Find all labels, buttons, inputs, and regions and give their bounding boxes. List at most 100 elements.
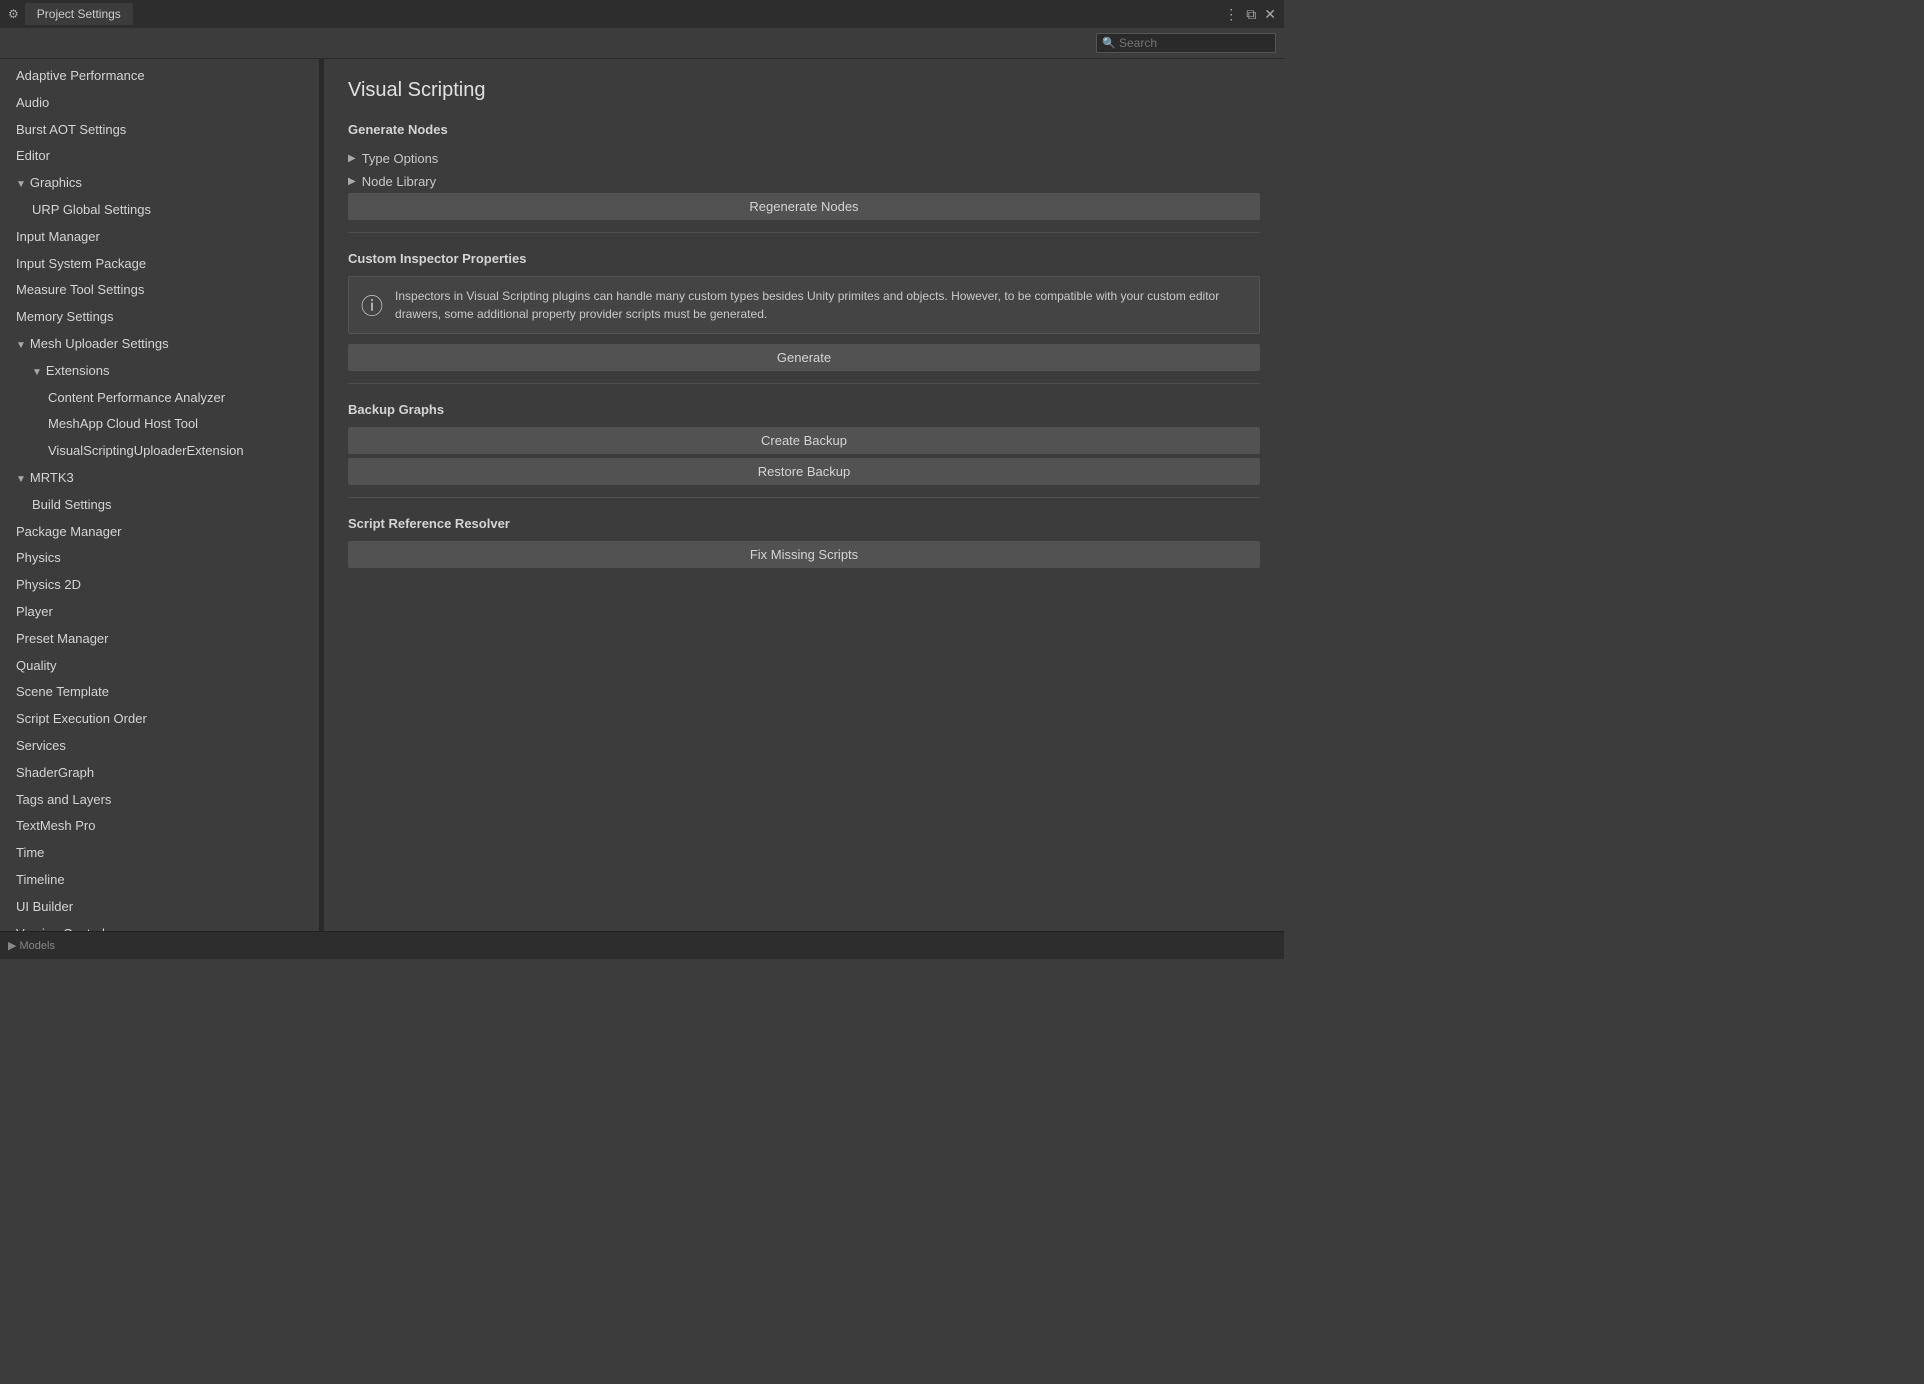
sidebar-label-scene-template: Scene Template <box>16 684 109 699</box>
title-tab: Project Settings <box>25 3 133 25</box>
sidebar-item-script-execution-order[interactable]: Script Execution Order <box>0 706 319 733</box>
sidebar-label-version-control: Version Control <box>16 926 105 932</box>
sidebar-item-adaptive-performance[interactable]: Adaptive Performance <box>0 63 319 90</box>
sidebar: Adaptive Performance Audio Burst AOT Setti… <box>0 59 320 931</box>
sidebar-item-input-system-package[interactable]: Input System Package <box>0 251 319 278</box>
divider-1 <box>348 232 1260 233</box>
sidebar-label-build-settings: Build Settings <box>32 497 112 512</box>
node-library-row[interactable]: ▶ Node Library <box>348 170 1260 193</box>
sidebar-item-burst-aot[interactable]: Burst AOT Settings <box>0 117 319 144</box>
sidebar-label-input-system-package: Input System Package <box>16 256 146 271</box>
sidebar-label-services: Services <box>16 738 66 753</box>
sidebar-label-tags-and-layers: Tags and Layers <box>16 792 111 807</box>
sidebar-label-package-manager: Package Manager <box>16 524 122 539</box>
sidebar-item-preset-manager[interactable]: Preset Manager <box>0 626 319 653</box>
sidebar-label-graphics: Graphics <box>30 175 82 190</box>
window-controls: ⋮ ⧉ ✕ <box>1224 7 1276 21</box>
sidebar-item-meshapp-cloud[interactable]: MeshApp Cloud Host Tool <box>0 411 319 438</box>
sidebar-item-input-manager[interactable]: Input Manager <box>0 224 319 251</box>
sidebar-item-quality[interactable]: Quality <box>0 653 319 680</box>
close-button[interactable]: ✕ <box>1264 7 1276 21</box>
sidebar-item-physics-2d[interactable]: Physics 2D <box>0 572 319 599</box>
content-area: Visual Scripting Generate Nodes ▶ Type O… <box>324 59 1284 931</box>
sidebar-item-extensions[interactable]: ▼ Extensions <box>0 358 319 385</box>
sidebar-item-textmesh-pro[interactable]: TextMesh Pro <box>0 813 319 840</box>
sidebar-item-urp-global[interactable]: URP Global Settings <box>0 197 319 224</box>
sidebar-label-extensions: Extensions <box>46 363 110 378</box>
sidebar-label-physics: Physics <box>16 550 61 565</box>
backup-graphs-header: Backup Graphs <box>348 402 1260 417</box>
sidebar-label-player: Player <box>16 604 53 619</box>
sidebar-label-content-perf: Content Performance Analyzer <box>48 390 225 405</box>
main-layout: Adaptive Performance Audio Burst AOT Setti… <box>0 59 1284 931</box>
sidebar-item-audio[interactable]: Audio <box>0 90 319 117</box>
sidebar-item-tags-and-layers[interactable]: Tags and Layers <box>0 787 319 814</box>
search-icon: 🔍 <box>1102 37 1116 50</box>
info-box: ⓘ Inspectors in Visual Scripting plugins… <box>348 276 1260 334</box>
script-reference-header: Script Reference Resolver <box>348 516 1260 531</box>
sidebar-label-visual-scripting-ext: VisualScriptingUploaderExtension <box>48 443 244 458</box>
sidebar-item-physics[interactable]: Physics <box>0 545 319 572</box>
create-backup-button[interactable]: Create Backup <box>348 427 1260 454</box>
divider-3 <box>348 497 1260 498</box>
type-options-arrow: ▶ <box>348 153 356 164</box>
type-options-label: Type Options <box>362 151 439 166</box>
arrow-graphics: ▼ <box>16 177 26 193</box>
sidebar-item-package-manager[interactable]: Package Manager <box>0 519 319 546</box>
sidebar-label-timeline: Timeline <box>16 872 65 887</box>
sidebar-label-audio: Audio <box>16 95 49 110</box>
settings-icon: ⚙ <box>8 7 19 21</box>
sidebar-label-physics-2d: Physics 2D <box>16 577 81 592</box>
window-title: Project Settings <box>37 7 121 21</box>
sidebar-label-adaptive-performance: Adaptive Performance <box>16 68 145 83</box>
page-title: Visual Scripting <box>348 79 1260 102</box>
sidebar-item-build-settings[interactable]: Build Settings <box>0 492 319 519</box>
sidebar-item-shadergraph[interactable]: ShaderGraph <box>0 760 319 787</box>
warning-icon: ⓘ <box>361 289 383 321</box>
generate-nodes-header: Generate Nodes <box>348 122 1260 137</box>
sidebar-item-timeline[interactable]: Timeline <box>0 867 319 894</box>
sidebar-label-ui-builder: UI Builder <box>16 899 73 914</box>
sidebar-label-shadergraph: ShaderGraph <box>16 765 94 780</box>
sidebar-item-mrtk3[interactable]: ▼MRTK3 <box>0 465 319 492</box>
sidebar-label-urp-global: URP Global Settings <box>32 202 151 217</box>
sidebar-item-mesh-uploader[interactable]: ▼ Mesh Uploader Settings <box>0 331 319 358</box>
info-text: Inspectors in Visual Scripting plugins c… <box>395 287 1247 323</box>
restore-backup-button[interactable]: Restore Backup <box>348 458 1260 485</box>
sidebar-item-content-perf[interactable]: Content Performance Analyzer <box>0 385 319 412</box>
sidebar-item-editor[interactable]: Editor <box>0 143 319 170</box>
node-library-label: Node Library <box>362 174 436 189</box>
status-text: ▶ Models <box>8 939 55 952</box>
sidebar-label-time: Time <box>16 845 44 860</box>
sidebar-item-visual-scripting-ext[interactable]: VisualScriptingUploaderExtension <box>0 438 319 465</box>
sidebar-label-mrtk3: MRTK3 <box>30 470 74 485</box>
sidebar-item-measure-tool[interactable]: Measure Tool Settings <box>0 277 319 304</box>
sidebar-label-textmesh-pro: TextMesh Pro <box>16 818 95 833</box>
sidebar-item-time[interactable]: Time <box>0 840 319 867</box>
sidebar-label-meshapp-cloud: MeshApp Cloud Host Tool <box>48 416 198 431</box>
sidebar-item-player[interactable]: Player <box>0 599 319 626</box>
custom-inspector-header: Custom Inspector Properties <box>348 251 1260 266</box>
title-bar-left: ⚙ Project Settings <box>8 3 133 25</box>
arrow-mesh-uploader: ▼ <box>16 338 26 354</box>
sidebar-label-script-execution-order: Script Execution Order <box>16 711 147 726</box>
regenerate-nodes-button[interactable]: Regenerate Nodes <box>348 193 1260 220</box>
sidebar-item-graphics[interactable]: ▼ Graphics <box>0 170 319 197</box>
search-wrapper: 🔍 <box>1096 33 1276 53</box>
sidebar-label-quality: Quality <box>16 658 56 673</box>
search-input[interactable] <box>1096 33 1276 53</box>
sidebar-item-version-control[interactable]: Version Control <box>0 921 319 932</box>
menu-button[interactable]: ⋮ <box>1224 7 1238 21</box>
sidebar-item-memory-settings[interactable]: Memory Settings <box>0 304 319 331</box>
maximize-button[interactable]: ⧉ <box>1246 7 1256 21</box>
arrow-extensions: ▼ <box>32 365 42 381</box>
sidebar-item-scene-template[interactable]: Scene Template <box>0 679 319 706</box>
generate-button[interactable]: Generate <box>348 344 1260 371</box>
sidebar-item-services[interactable]: Services <box>0 733 319 760</box>
type-options-row[interactable]: ▶ Type Options <box>348 147 1260 170</box>
fix-missing-scripts-button[interactable]: Fix Missing Scripts <box>348 541 1260 568</box>
sidebar-label-editor: Editor <box>16 148 50 163</box>
sidebar-label-input-manager: Input Manager <box>16 229 100 244</box>
sidebar-label-mesh-uploader: Mesh Uploader Settings <box>30 336 169 351</box>
sidebar-item-ui-builder[interactable]: UI Builder <box>0 894 319 921</box>
